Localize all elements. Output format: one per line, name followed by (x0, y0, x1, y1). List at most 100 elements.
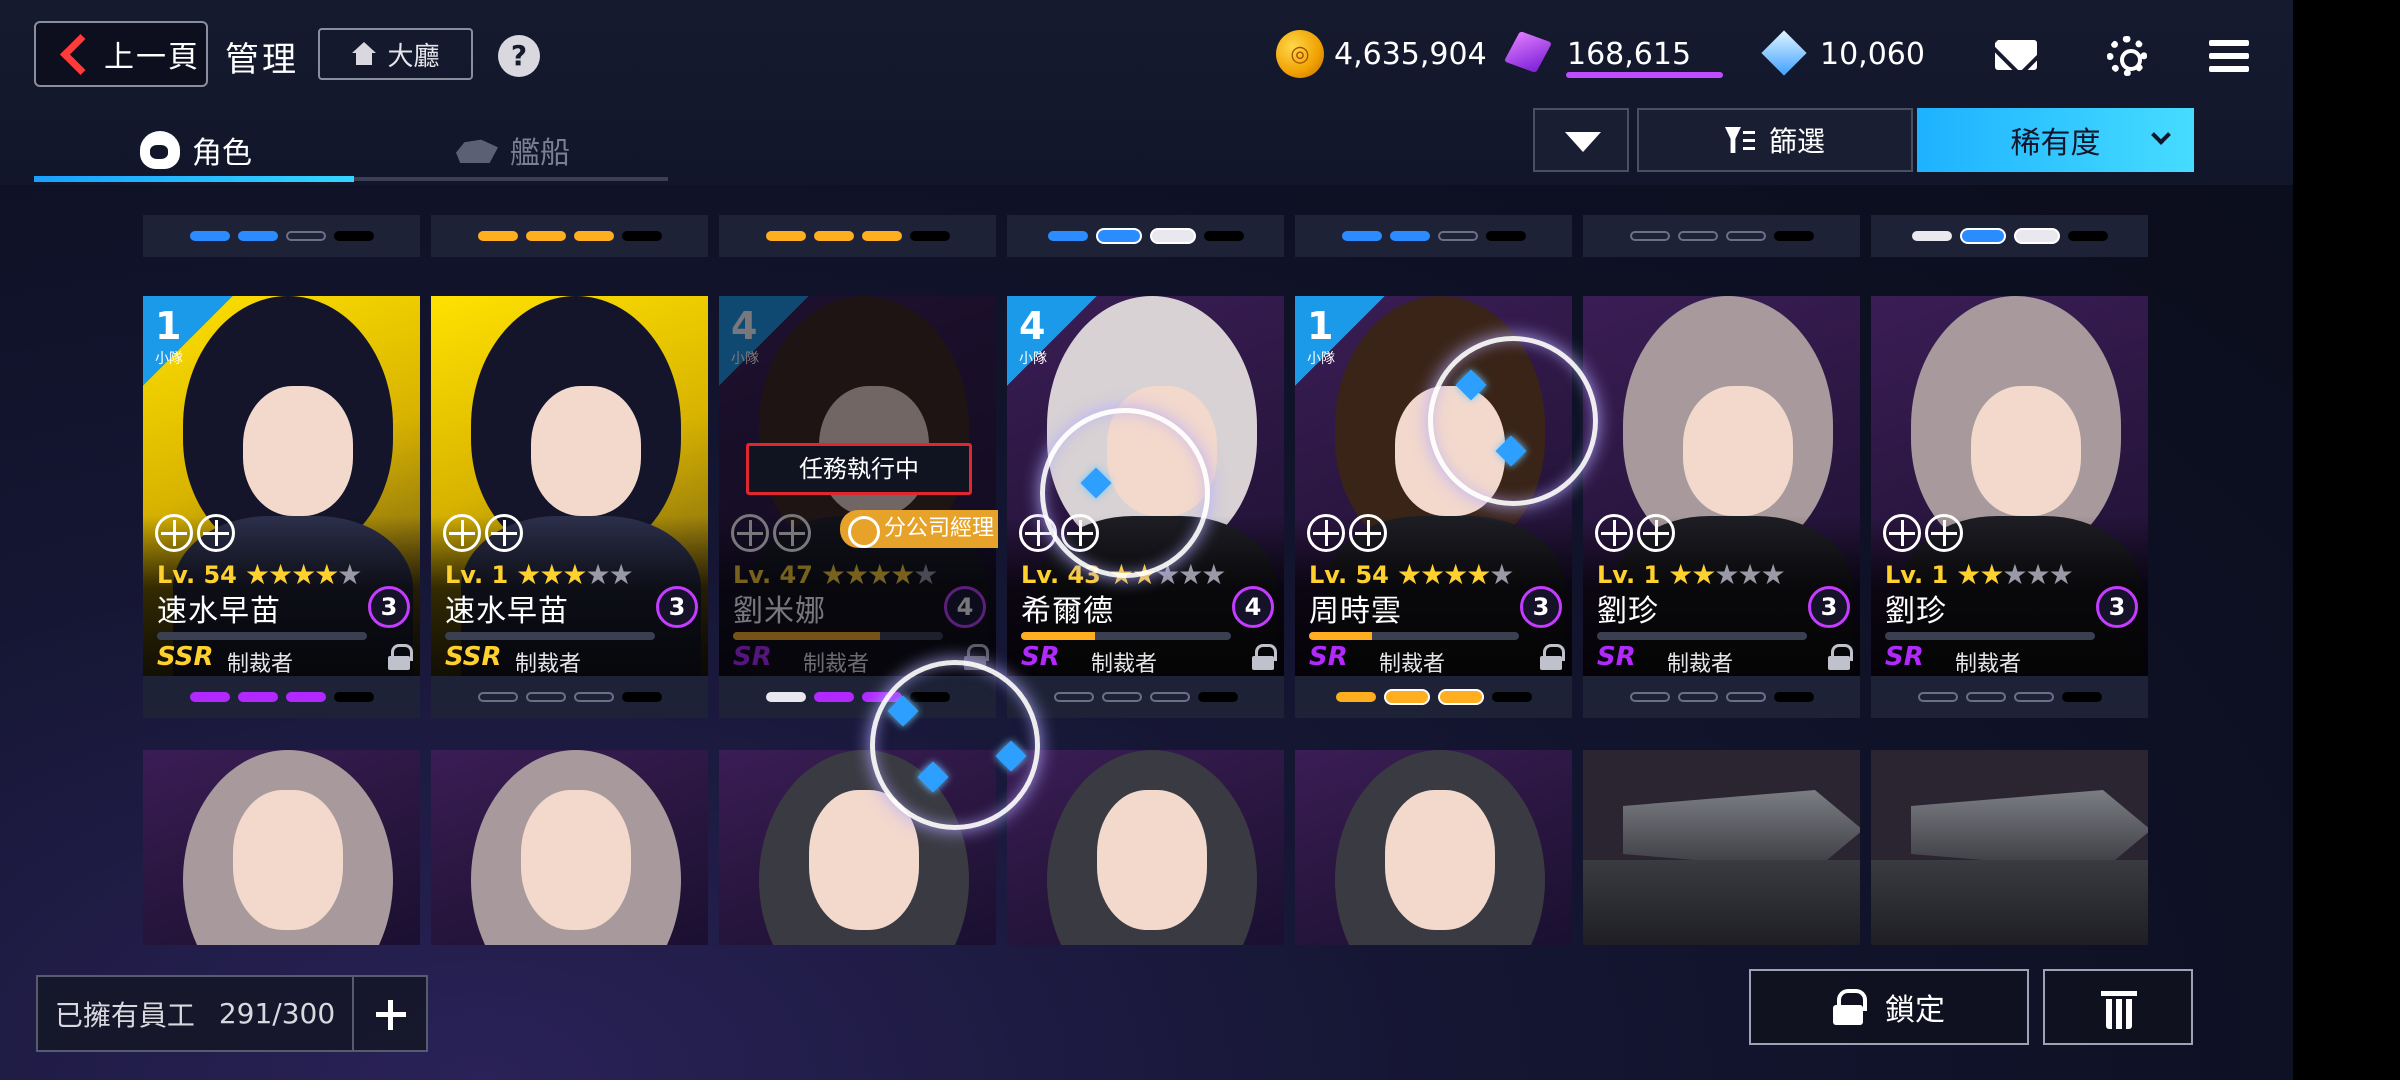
star-icon: ★ (2025, 558, 2050, 591)
portrait-face (521, 790, 631, 930)
pip (525, 231, 566, 241)
back-button[interactable]: 上一頁 (34, 21, 208, 87)
pip (1773, 231, 1814, 241)
xp-bar (157, 632, 367, 640)
pip (1725, 231, 1766, 241)
lock-icon (1828, 644, 1853, 670)
pip (813, 692, 854, 702)
class-label: 制裁者 (227, 652, 294, 676)
helmet-icon (197, 514, 235, 552)
cannon-base (1871, 860, 2148, 945)
star-icon: ★ (291, 558, 316, 591)
pip (1203, 231, 1244, 241)
tab-active-indicator (34, 176, 354, 182)
star-icon: ★ (1956, 558, 1981, 591)
pip (1773, 692, 1814, 702)
pip (285, 231, 326, 241)
xp-bar (445, 632, 655, 640)
lobby-button[interactable]: 大廳 (318, 28, 473, 80)
character-card[interactable] (431, 750, 708, 945)
character-card[interactable]: 1 小隊 Lv. 54 ★★★★★ 速水早苗 3 SSR 制裁者 (143, 296, 420, 676)
star-icon: ★ (1737, 558, 1762, 591)
pip (621, 692, 662, 702)
star-icon: ★ (2002, 558, 2027, 591)
squad-number: 1 (155, 304, 182, 348)
class-label: 制裁者 (1379, 652, 1446, 676)
filter-button[interactable]: 篩選 (1637, 108, 1913, 172)
squad-badge: 4 小隊 (1007, 296, 1097, 386)
pip (909, 231, 950, 241)
tap-effect-ring (1040, 408, 1210, 578)
limit-badge: 3 (368, 586, 410, 628)
star-rating: ★★★★★ (1397, 558, 1515, 591)
helmet-icon (1637, 514, 1675, 552)
back-label: 上一頁 (104, 40, 200, 75)
star-icon: ★ (608, 558, 634, 591)
house-icon (351, 42, 377, 66)
crosshair-icon (155, 514, 193, 552)
pip (1095, 228, 1142, 244)
xp-bar-fill (1021, 632, 1095, 640)
ascension-pips (1871, 215, 2148, 257)
filter-label: 篩選 (1768, 125, 1825, 158)
owned-employees-counter: 已擁有員工 291/300 (36, 975, 428, 1052)
helmet-icon (1349, 514, 1387, 552)
character-card[interactable]: Lv. 1 ★★★★★ 劉珍 3 SR 制裁者 (1871, 296, 2148, 676)
tab-ship[interactable]: 艦船 (456, 120, 570, 180)
pip (1389, 231, 1430, 241)
character-card[interactable]: Lv. 1 ★★★★★ 速水早苗 3 SSR 制裁者 (431, 296, 708, 676)
pip (1485, 231, 1526, 241)
gear-icon[interactable] (2107, 36, 2147, 76)
top-bar: 上一頁 管理 大廳 ? ◎ 4,635,904 168,615 10,060 角… (0, 0, 2293, 185)
crystal-currency[interactable]: 10,060 (1760, 28, 1925, 80)
character-card[interactable]: Lv. 1 ★★★★★ 劉珍 3 SR 制裁者 (1583, 296, 1860, 676)
character-card[interactable] (143, 750, 420, 945)
mail-icon[interactable] (1995, 40, 2037, 70)
character-name: 速水早苗 (445, 594, 569, 629)
ascension-pips (1007, 676, 1284, 718)
pip (189, 692, 230, 702)
plus-icon[interactable] (352, 977, 426, 1050)
character-level: Lv. 1 (1597, 560, 1661, 589)
role-icons (1595, 514, 1675, 552)
helmet-icon (485, 514, 523, 552)
pip (189, 231, 230, 241)
tab-character[interactable]: 角色 (140, 120, 252, 180)
character-level: Lv. 1 (1885, 560, 1949, 589)
pip (1629, 231, 1670, 241)
pip (333, 692, 374, 702)
tap-effect-ring (1428, 336, 1598, 506)
pip (1491, 692, 1532, 702)
pip (477, 692, 518, 702)
star-icon: ★ (1178, 558, 1203, 591)
limit-badge: 3 (1808, 586, 1850, 628)
sort-rarity-button[interactable]: 稀有度 (1917, 108, 2194, 172)
pip (573, 692, 614, 702)
character-card[interactable] (1871, 750, 2148, 945)
character-tab-icon (140, 131, 180, 169)
pip (813, 231, 854, 241)
portrait-face (1971, 386, 2081, 516)
lock-icon (388, 644, 413, 670)
star-icon: ★ (1668, 558, 1693, 591)
crosshair-icon (443, 514, 481, 552)
character-card[interactable] (1007, 750, 1284, 945)
squad-number: 4 (1019, 304, 1046, 348)
delete-button[interactable] (2043, 969, 2193, 1045)
pip (1677, 692, 1718, 702)
pip (285, 692, 326, 702)
purple-cube-icon (1503, 27, 1557, 81)
character-card[interactable] (1583, 750, 1860, 945)
lock-button[interactable]: 鎖定 (1749, 969, 2029, 1045)
lock-icon (1833, 989, 1867, 1025)
class-label: 制裁者 (1667, 652, 1734, 676)
help-icon[interactable]: ? (498, 35, 540, 77)
character-card[interactable] (1295, 750, 1572, 945)
cannon-barrel (1911, 790, 2148, 870)
star-icon: ★ (314, 558, 339, 591)
cannon-base (1583, 860, 1860, 945)
dropdown-triangle-icon[interactable] (1533, 108, 1629, 172)
star-icon: ★ (337, 558, 362, 591)
gold-currency[interactable]: ◎ 4,635,904 (1276, 28, 1487, 80)
menu-icon[interactable] (2209, 40, 2249, 72)
